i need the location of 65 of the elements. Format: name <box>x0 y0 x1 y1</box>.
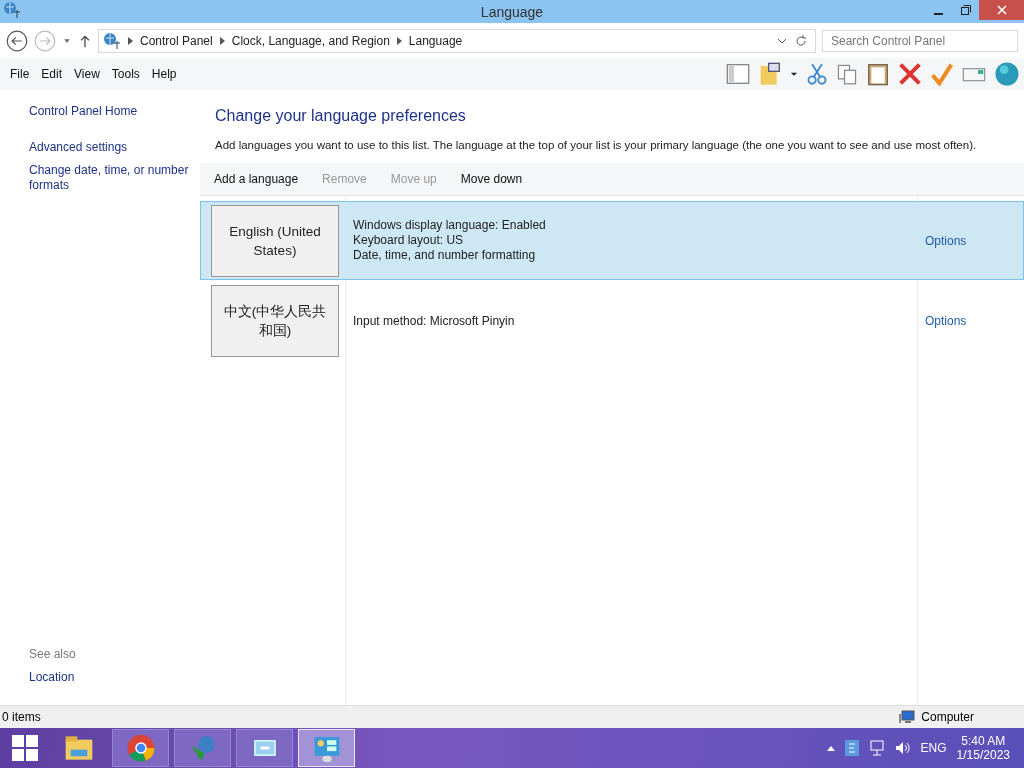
language-row[interactable]: English (United States) Windows display language: Enabled Keyboard layout: US Date, time, and number formatting Options <box>200 201 1024 280</box>
search-field[interactable]: Search Control Panel <box>822 29 1018 52</box>
language-button[interactable]: 中文(中华人民共和国) <box>211 285 339 357</box>
menu-item[interactable]: Tools <box>105 67 146 81</box>
command-button[interactable]: Add a language <box>208 172 305 186</box>
language-detail: Input method: Microsoft Pinyin <box>353 313 516 329</box>
language-detail: Windows display language: Enabled <box>353 218 547 233</box>
tray-arrow-icon[interactable] <box>826 745 835 751</box>
menu-item[interactable]: Help <box>145 67 183 81</box>
language-button[interactable]: English (United States) <box>211 204 339 277</box>
language-indicator[interactable]: ENG <box>920 741 947 755</box>
window-title: Language <box>480 3 544 20</box>
back-icon[interactable] <box>6 29 28 52</box>
menu-item[interactable]: Edit <box>35 67 69 81</box>
menu-item[interactable]: File <box>4 67 36 81</box>
sidebar-link[interactable]: Location <box>29 670 200 685</box>
options-link[interactable]: Options <box>917 314 1023 328</box>
taskbar-button[interactable] <box>112 729 169 767</box>
breadcrumb[interactable]: Control Panel <box>140 33 213 48</box>
see-also-label: See also <box>29 647 77 662</box>
close-icon <box>996 5 1007 15</box>
volume-icon[interactable] <box>894 740 911 756</box>
dropdown-icon[interactable] <box>790 70 798 78</box>
folder-icon[interactable] <box>758 62 782 86</box>
checkmark-icon[interactable] <box>930 62 954 86</box>
page-heading: Change your language preferences <box>214 106 467 125</box>
description-text: Add languages you want to use to this list. The language at the top of your list is your primary language (the one you want to see and use most often). <box>214 138 978 151</box>
sidebar-link[interactable]: Advanced settings <box>29 140 200 155</box>
globe-icon[interactable] <box>994 61 1020 87</box>
cut-icon[interactable] <box>806 62 828 86</box>
folder-icon[interactable] <box>63 733 94 763</box>
taskbar-button[interactable] <box>236 729 293 767</box>
copy-icon[interactable] <box>836 62 858 86</box>
chevron-icon[interactable] <box>128 36 133 45</box>
chevron-icon[interactable] <box>396 36 402 45</box>
address-field[interactable]: Control Panel Clock, Language, and Region Language <box>98 28 816 53</box>
delete-icon[interactable] <box>898 62 922 86</box>
computer-icon <box>899 710 916 724</box>
network-icon[interactable] <box>868 740 885 756</box>
breadcrumb[interactable]: Clock, Language, and Region <box>231 33 390 48</box>
language-detail: Date, time, and number formatting <box>353 248 537 263</box>
command-button[interactable]: Move down <box>454 172 529 186</box>
chrome-icon[interactable] <box>125 733 156 763</box>
globe-icon <box>103 31 121 50</box>
sidebar-link[interactable]: Control Panel Home <box>29 104 200 119</box>
restore-icon <box>960 5 971 15</box>
options-link[interactable]: Options <box>917 233 1023 248</box>
clock[interactable]: 5:40 AM 1/15/2023 <box>956 734 1010 762</box>
layout-icon[interactable] <box>726 62 750 86</box>
sidebar-link[interactable]: Change date, time, or number formats <box>29 163 200 193</box>
minimize-icon <box>934 13 943 15</box>
clipboard-icon[interactable] <box>866 62 890 86</box>
language-row[interactable]: 中文(中华人民共和国) Input method: Microsoft Pinyin Options <box>200 283 1024 359</box>
globe-icon <box>3 0 21 19</box>
item-count: 0 items <box>1 710 41 724</box>
menu-item[interactable]: View <box>68 67 106 81</box>
tray-app-icon[interactable] <box>844 740 859 756</box>
dropdown-icon[interactable] <box>777 36 787 45</box>
chevron-icon[interactable] <box>219 36 225 45</box>
start-button[interactable] <box>12 735 38 761</box>
refresh-icon[interactable] <box>794 33 808 48</box>
location-text: Computer <box>920 710 975 724</box>
language-detail: Keyboard layout: US <box>353 233 465 248</box>
control-panel-icon[interactable] <box>312 734 341 762</box>
breadcrumb[interactable]: Language <box>408 33 463 48</box>
